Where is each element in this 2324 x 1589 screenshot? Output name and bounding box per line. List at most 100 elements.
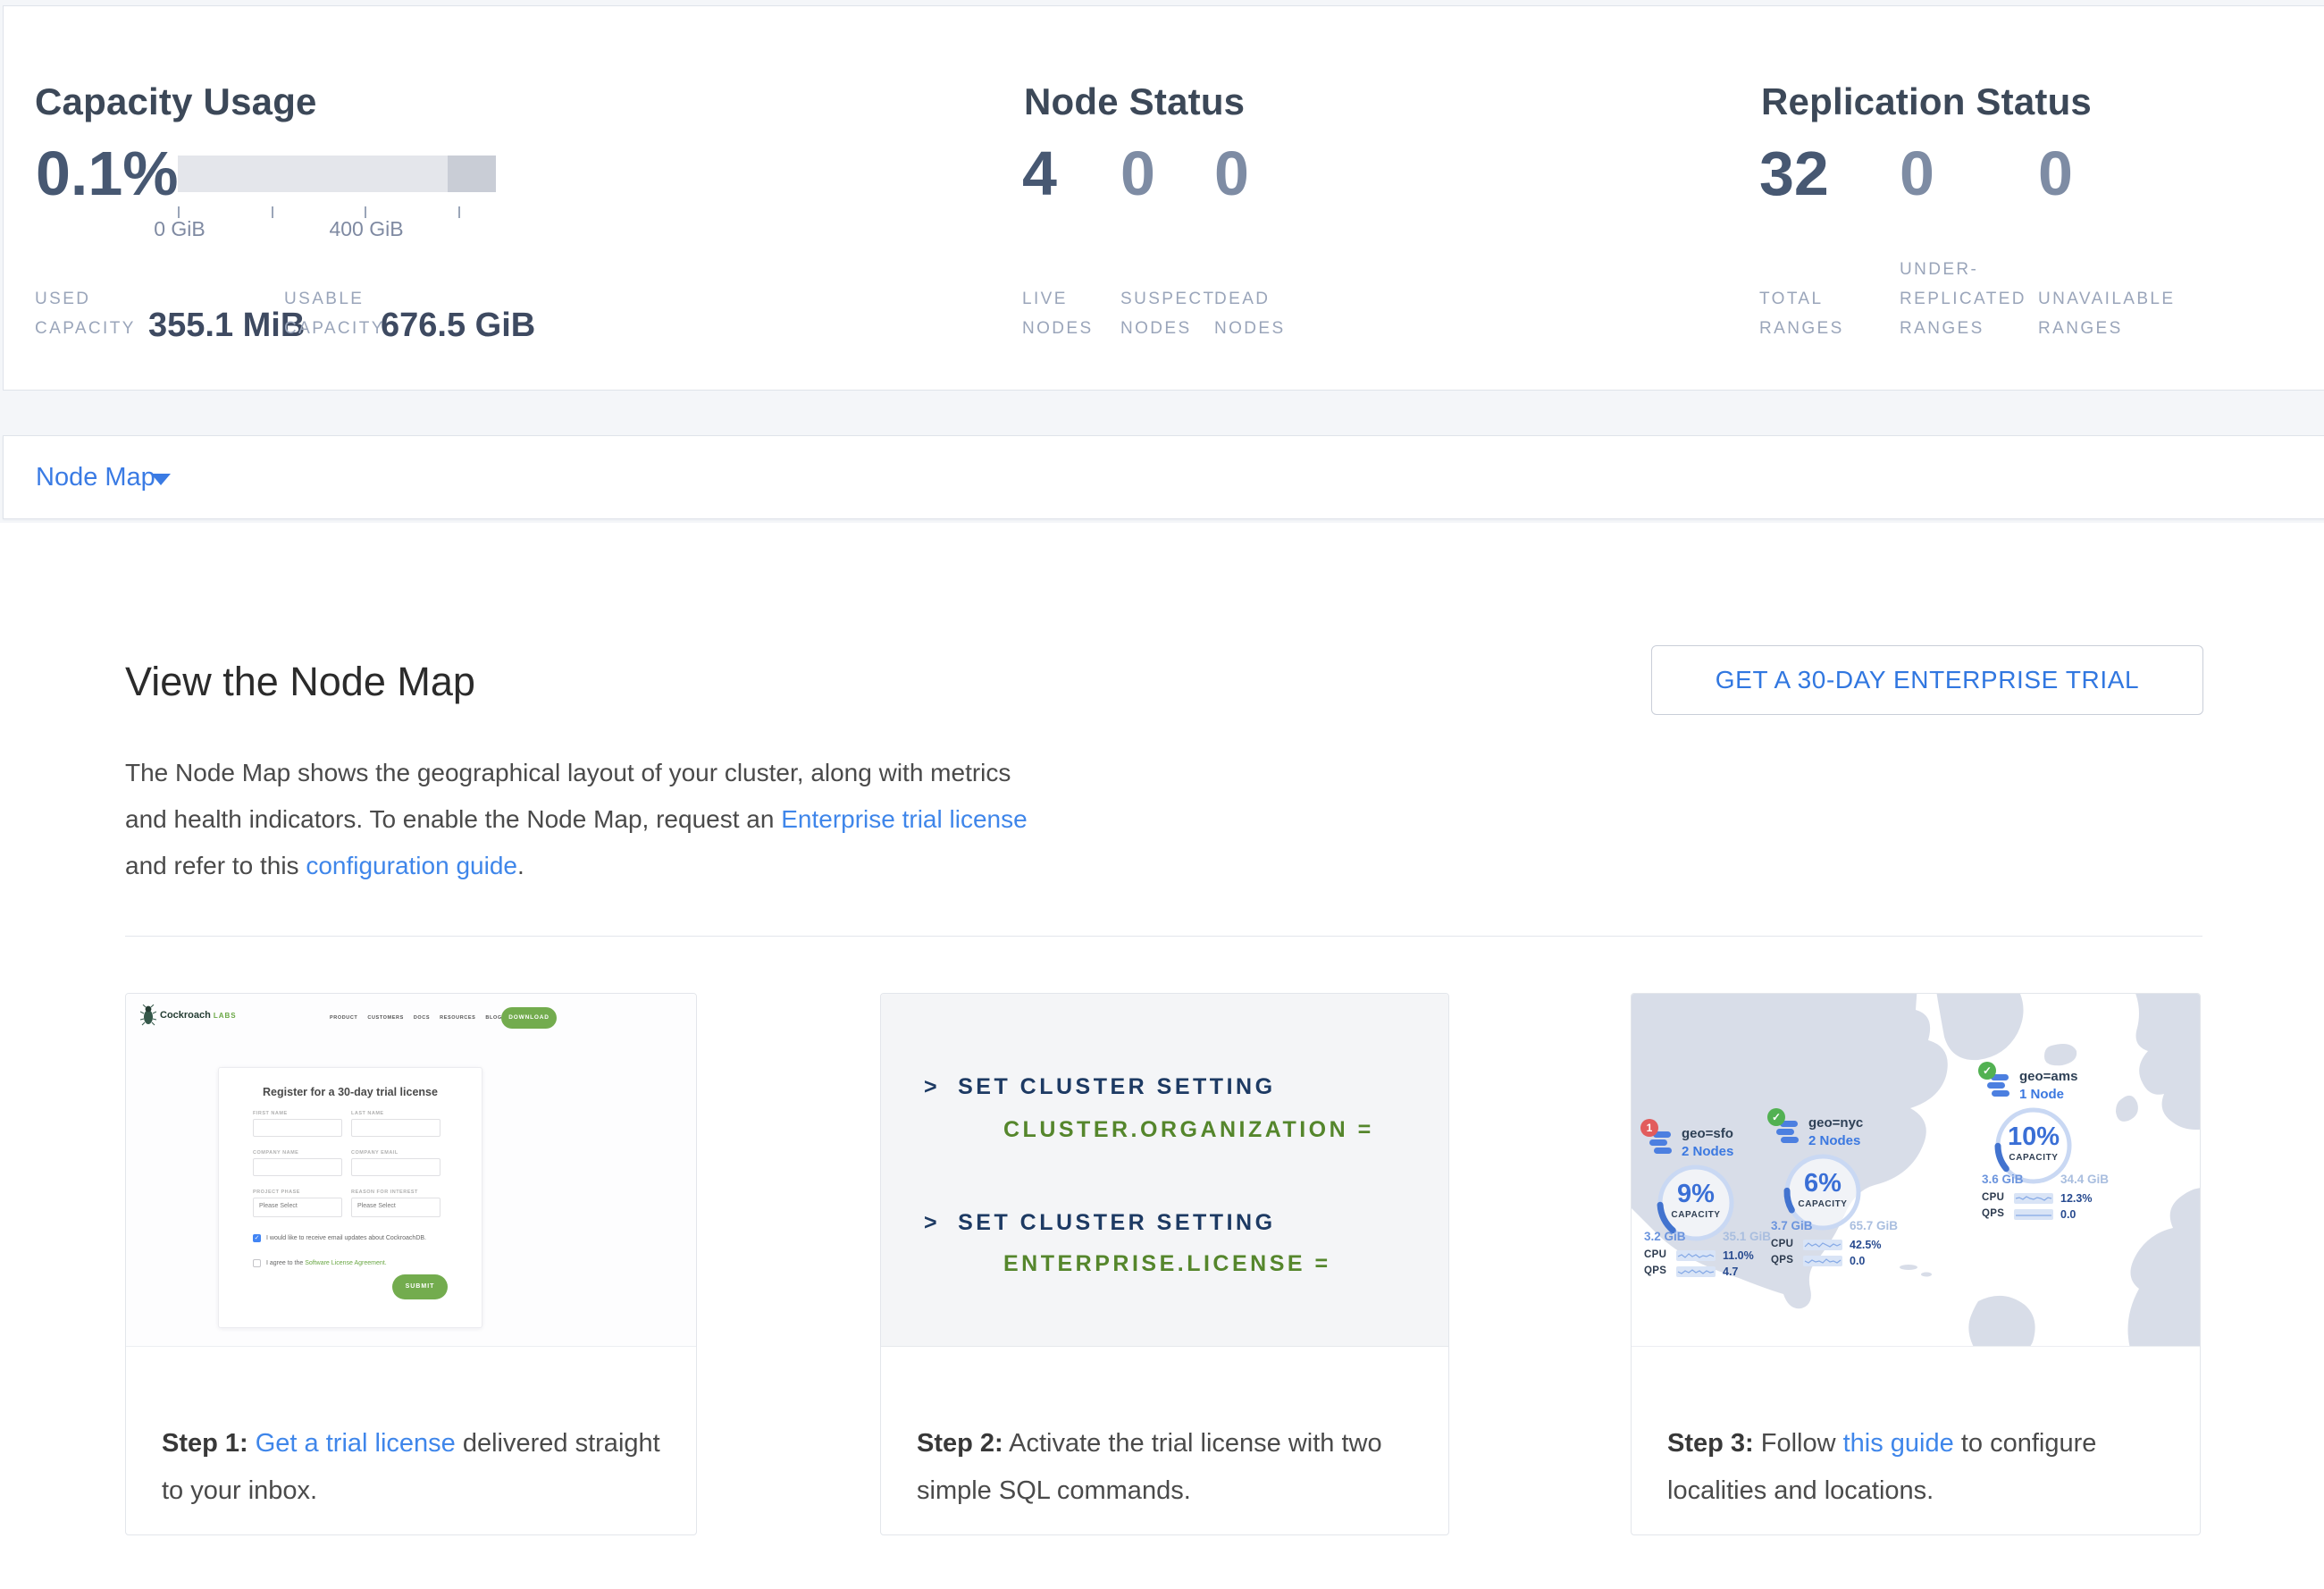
step2-card: > SET CLUSTER SETTING CLUSTER.ORGANIZATIO… (880, 993, 1449, 1535)
capacity-caption: CAPACITY (1991, 1153, 2076, 1163)
nav-item: DOCS (414, 1015, 430, 1021)
cpu-value: 11.0% (1723, 1249, 1754, 1262)
replication-status-title: Replication Status (1761, 80, 2092, 123)
reason-label: REASON FOR INTEREST (351, 1190, 418, 1195)
locality-name: geo=sfo (1682, 1126, 1733, 1141)
live-nodes-value: 4 (1022, 142, 1057, 205)
company-name-field (253, 1158, 342, 1176)
step1-caption: Step 1: Get a trial license delivered st… (162, 1420, 671, 1515)
nav-item: BLOG (485, 1015, 501, 1021)
sql-command: SET CLUSTER SETTING (958, 1074, 1275, 1099)
node-map-empty-state: View the Node Map GET A 30-DAY ENTERPRIS… (0, 523, 2324, 1589)
step2-label: Step 2: (917, 1429, 1003, 1458)
total-gib: 65.7 GiB (1850, 1219, 1898, 1232)
company-name-label: COMPANY NAME (253, 1150, 298, 1156)
nav-item: RESOURCES (440, 1015, 475, 1021)
locality-node-count: 2 Nodes (1808, 1133, 1860, 1148)
under-replicated-ranges-value: 0 (1900, 142, 1934, 205)
nav-item: CUSTOMERS (367, 1015, 403, 1021)
company-email-label: COMPANY EMAIL (351, 1150, 399, 1156)
cpu-value: 42.5% (1850, 1239, 1881, 1251)
qps-sparkline (1676, 1266, 1716, 1277)
total-gib: 34.4 GiB (2060, 1173, 2109, 1186)
sql-arg-1: CLUSTER.ORGANIZATION = (1003, 1117, 1374, 1143)
capacity-usage-title: Capacity Usage (35, 80, 317, 123)
healthy-badge-icon: ✓ (1978, 1062, 1996, 1080)
capacity-bar-reserved-segment (448, 156, 496, 192)
description-text: . (517, 852, 524, 879)
caption-text: Follow (1754, 1429, 1843, 1458)
reason-select: Please Select (351, 1198, 440, 1217)
step3-caption: Step 3: Follow this guide to configure l… (1667, 1420, 2175, 1515)
get-trial-license-link[interactable]: Get a trial license (256, 1429, 456, 1458)
checkbox-unchecked-icon (253, 1259, 261, 1267)
capacity-usage-percent: 0.1% (36, 142, 179, 205)
total-gib: 35.1 GiB (1723, 1230, 1771, 1243)
cpu-label: CPU (1982, 1192, 2004, 1203)
suspect-nodes-label: SUSPECT NODES (1120, 284, 1214, 343)
dead-nodes-label: DEAD NODES (1214, 284, 1308, 343)
configuration-guide-link[interactable]: configuration guide (306, 852, 517, 879)
brand-name: Cockroach (160, 1010, 211, 1021)
qps-value: 4.7 (1723, 1265, 1738, 1278)
email-updates-checkbox-row: ✓ I would like to receive email updates … (253, 1234, 449, 1242)
node-map-description: The Node Map shows the geographical layo… (125, 750, 1036, 889)
locality-node-count: 1 Node (2019, 1087, 2064, 1102)
node-map-dropdown[interactable]: Node Map (3, 435, 2324, 519)
unavailable-ranges-value: 0 (2038, 142, 2073, 205)
sql-line-2: >SET CLUSTER SETTING (924, 1210, 1276, 1236)
used-gib: 3.7 GiB (1771, 1219, 1813, 1232)
first-name-label: FIRST NAME (253, 1111, 288, 1116)
cpu-label: CPU (1771, 1239, 1793, 1249)
unavailable-ranges-label: UNAVAILABLE RANGES (2038, 284, 2172, 343)
locality-name: geo=nyc (1808, 1115, 1863, 1131)
agreement-pre-text: I agree to the (266, 1260, 305, 1266)
company-email-field (351, 1158, 440, 1176)
download-pill-button: DOWNLOAD (501, 1007, 557, 1029)
qps-sparkline (1803, 1256, 1842, 1266)
under-replicated-ranges-label: UNDER-REPLICATED RANGES (1900, 255, 2034, 343)
cpu-label: CPU (1644, 1249, 1666, 1260)
qps-value: 0.0 (1850, 1255, 1865, 1267)
dead-nodes-value: 0 (1214, 142, 1249, 205)
description-text: and refer to this (125, 852, 306, 879)
capacity-usage-bar (178, 156, 496, 192)
cpu-value: 12.3% (2060, 1192, 2092, 1205)
site-nav: PRODUCT CUSTOMERS DOCS RESOURCES BLOG (330, 1015, 502, 1021)
email-updates-text: I would like to receive email updates ab… (266, 1234, 426, 1242)
cluster-summary-panel: Capacity Usage 0.1% 0 GiB 400 GiB USED C… (3, 5, 2324, 391)
first-name-field (253, 1119, 342, 1137)
cpu-sparkline (2014, 1193, 2053, 1204)
enterprise-trial-license-link[interactable]: Enterprise trial license (781, 805, 1027, 833)
capacity-percent: 6% (1780, 1169, 1866, 1198)
prompt-glyph: > (924, 1074, 940, 1099)
step1-label: Step 1: (162, 1429, 248, 1458)
healthy-badge-icon: ✓ (1767, 1108, 1785, 1126)
locality-nyc: ✓ geo=nyc 2 Nodes 6% CAPACITY 3.7 G (1767, 1114, 1937, 1153)
page-title: View the Node Map (125, 659, 475, 705)
node-status-title: Node Status (1024, 80, 1245, 123)
locality-name: geo=ams (2019, 1069, 2077, 1084)
get-enterprise-trial-button[interactable]: GET A 30-DAY ENTERPRISE TRIAL (1651, 645, 2203, 715)
capacity-caption: CAPACITY (1780, 1199, 1866, 1209)
last-name-field (351, 1119, 440, 1137)
node-map-dropdown-label[interactable]: Node Map (36, 436, 155, 518)
node-map-preview: 1 geo=sfo 2 Nodes 9% CAPACITY 3.2 G (1632, 994, 2200, 1347)
this-guide-link[interactable]: this guide (1843, 1429, 1954, 1458)
step1-card: Cockroach LABS PRODUCT CUSTOMERS DOCS RE… (125, 993, 697, 1535)
capacity-caption: CAPACITY (1653, 1210, 1739, 1220)
used-gib: 3.2 GiB (1644, 1230, 1686, 1243)
caption-text (248, 1429, 256, 1458)
usable-capacity-value: 676.5 GiB (381, 307, 535, 345)
capacity-percent: 9% (1653, 1180, 1739, 1209)
project-phase-select: Please Select (253, 1198, 342, 1217)
step2-caption: Step 2: Activate the trial license with … (917, 1420, 1423, 1515)
sql-line-1: > SET CLUSTER SETTING (924, 1074, 1276, 1100)
qps-sparkline (2014, 1209, 2053, 1220)
suspect-nodes-value: 0 (1120, 142, 1155, 205)
qps-label: QPS (1644, 1265, 1666, 1276)
form-title: Register for a 30-day trial license (219, 1086, 482, 1098)
step3-label: Step 3: (1667, 1429, 1754, 1458)
nav-item: PRODUCT (330, 1015, 357, 1021)
locality-node-count: 2 Nodes (1682, 1144, 1733, 1159)
